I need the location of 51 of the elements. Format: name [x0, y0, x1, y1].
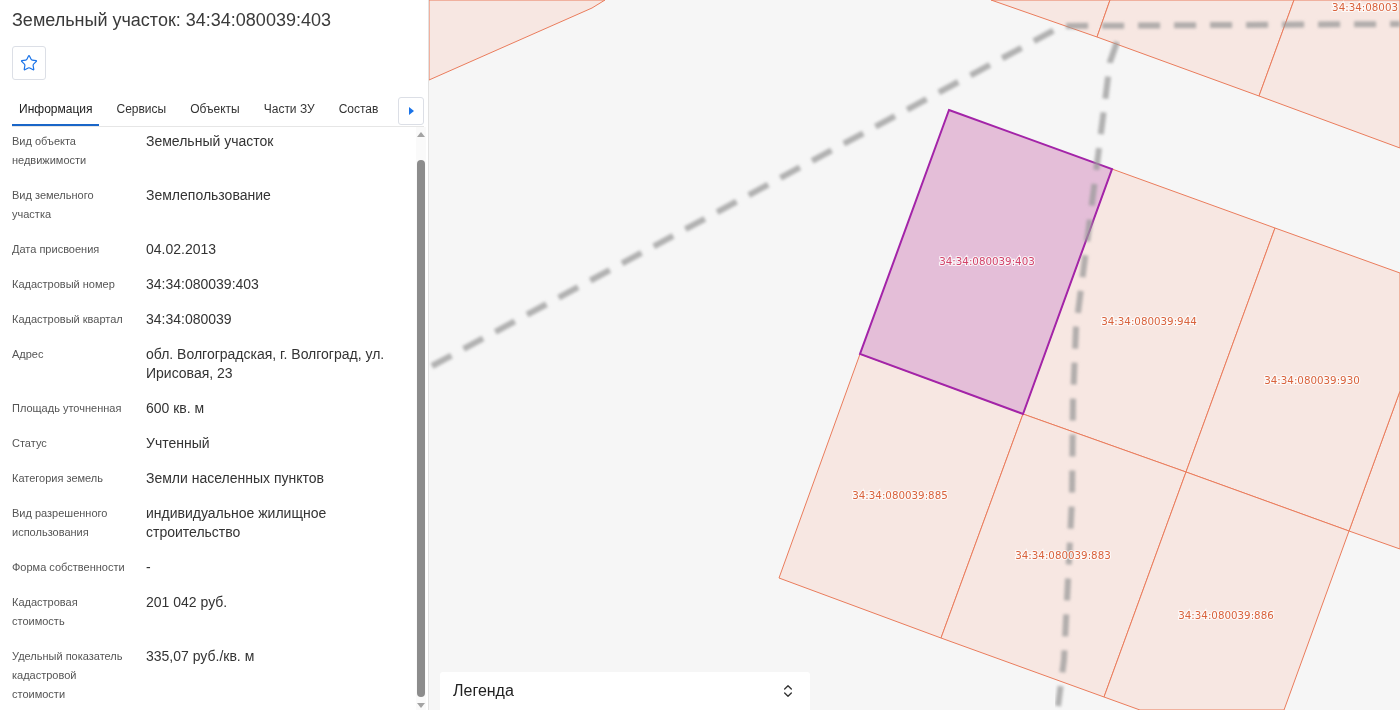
- field-value: индивидуальное жилищное строительство: [146, 504, 328, 542]
- field-label: Площадь уточненная: [12, 401, 123, 416]
- field-value: Земельный участок: [146, 132, 275, 151]
- parcel-number-label: 34:34:080039:883: [1015, 549, 1111, 561]
- scrollbar-thumb[interactable]: [417, 160, 425, 697]
- field-label: Адрес: [12, 347, 45, 362]
- field-value: 34:34:080039:403: [146, 275, 260, 294]
- scroll-tabs-right-button[interactable]: [398, 97, 424, 125]
- land-parcel[interactable]: [1258, 0, 1400, 149]
- down-arrow-icon: [417, 703, 425, 708]
- field-value: Земли населенных пунктов: [146, 469, 326, 488]
- field-label: Статус: [12, 436, 48, 451]
- field-label: Удельный показатель кадастровой стоимости: [12, 649, 124, 702]
- field-value: Учтенный: [146, 434, 211, 453]
- tab[interactable]: Состав: [331, 97, 386, 126]
- field-value: 04.02.2013: [146, 240, 218, 259]
- field-label: Категория земель: [12, 471, 104, 486]
- caret-right-icon: [408, 107, 414, 115]
- legend-dropdown[interactable]: Легенда: [440, 672, 810, 710]
- field-value: 335,07 руб./кв. м: [146, 647, 256, 666]
- land-parcel[interactable]: [990, 0, 1111, 38]
- field-value: обл. Волгоградская, г. Волгоград, ул. Ирисовая, 23: [146, 345, 386, 383]
- parcel-number-label: 34:34:080039:930: [1264, 374, 1360, 386]
- field-label: Кадастровый номер: [12, 277, 116, 292]
- parcel-number-label: 34:34:080039:885: [852, 489, 948, 501]
- field-value: Землепользование: [146, 186, 272, 205]
- tab[interactable]: Информация: [12, 97, 100, 126]
- field-label: Форма собственности: [12, 560, 126, 575]
- tab[interactable]: Сервисы: [109, 97, 174, 126]
- field-value: -: [146, 558, 152, 577]
- field-label: Дата присвоения: [12, 242, 101, 257]
- field-value: 600 кв. м: [146, 399, 206, 418]
- favorite-button[interactable]: [12, 46, 46, 80]
- field-label: Вид земельного участка: [12, 188, 95, 222]
- field-label: Кадастровая стоимость: [12, 595, 79, 629]
- field-label: Вид объекта недвижимости: [12, 134, 88, 168]
- parcel-number-label: 34:34:080039:886: [1178, 609, 1274, 621]
- tab[interactable]: Объекты: [183, 97, 247, 126]
- parcel-number-label: 34:34:08003: [1332, 1, 1398, 13]
- panel-title: Земельный участок: 34:34:080039:403: [12, 9, 331, 32]
- land-parcel[interactable]: [1096, 0, 1295, 97]
- field-label: Вид разрешенного использования: [12, 506, 109, 540]
- field-label: Кадастровый квартал: [12, 312, 124, 327]
- land-parcel[interactable]: [429, 0, 606, 81]
- up-arrow-icon: [417, 132, 425, 137]
- field-value: 201 042 руб.: [146, 593, 229, 612]
- scrollbar[interactable]: [416, 127, 426, 710]
- field-value: 34:34:080039: [146, 310, 233, 329]
- parcel-number-label: 34:34:080039:403: [939, 255, 1035, 267]
- parcel-number-label: 34:34:080039:944: [1101, 315, 1197, 327]
- tab[interactable]: Части ЗУ: [256, 97, 322, 126]
